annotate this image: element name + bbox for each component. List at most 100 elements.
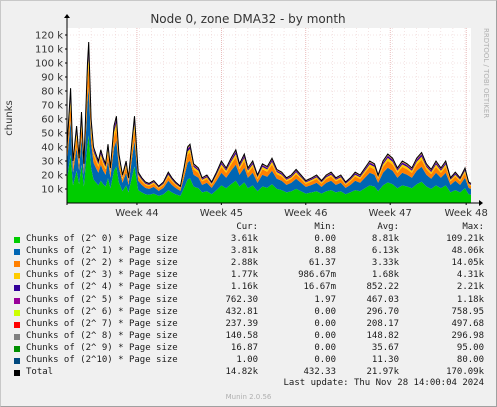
legend-cur-value: 1.77k bbox=[230, 270, 258, 281]
legend-avg-value: 467.03 bbox=[366, 294, 399, 305]
legend-avg-value: 35.67 bbox=[371, 342, 399, 353]
legend-max-value: 95.00 bbox=[456, 342, 484, 353]
legend-cur-value: 140.58 bbox=[225, 330, 258, 341]
y-tick-label: 60 k bbox=[41, 115, 63, 126]
y-tick-label: 120 k bbox=[35, 31, 63, 42]
legend-swatch bbox=[14, 333, 20, 340]
legend-max-value: 4.31k bbox=[456, 270, 484, 281]
legend-header-avg: Avg: bbox=[377, 222, 399, 232]
legend-min-value: 0.00 bbox=[314, 318, 336, 329]
legend-series-name: Chunks of (2^ 0) * Page size bbox=[26, 234, 178, 244]
legend-max-value: 296.98 bbox=[451, 330, 484, 341]
y-tick-label: 70 k bbox=[41, 101, 63, 112]
legend-min-value: 0.00 bbox=[314, 355, 336, 365]
legend-min-value: 0.00 bbox=[314, 330, 336, 341]
legend-avg-value: 852.22 bbox=[366, 282, 399, 293]
x-tick-label: Week 47 bbox=[369, 208, 412, 219]
legend-swatch bbox=[14, 345, 20, 352]
legend-avg-value: 1.68k bbox=[371, 270, 399, 281]
legend-max-value: 2.21k bbox=[456, 282, 484, 293]
legend-swatch bbox=[14, 261, 20, 268]
legend-min-value: 0.00 bbox=[314, 342, 336, 353]
x-tick-label: Week 48 bbox=[445, 208, 488, 219]
y-tick-label: 100 k bbox=[35, 59, 63, 70]
legend-min-value: 8.88 bbox=[314, 246, 336, 257]
legend-series-name: Chunks of (2^ 1) * Page size bbox=[26, 246, 178, 257]
y-tick-label: 30 k bbox=[41, 157, 63, 168]
legend-avg-value: 208.17 bbox=[366, 318, 399, 329]
y-tick-label: 110 k bbox=[35, 45, 63, 56]
legend-swatch bbox=[14, 249, 20, 256]
legend-min-value: 432.33 bbox=[303, 367, 336, 378]
legend-swatch bbox=[14, 285, 20, 292]
legend-series-name: Chunks of (2^10) * Page size bbox=[26, 355, 178, 365]
y-tick-label: 10 k bbox=[41, 185, 63, 196]
legend-swatch bbox=[14, 273, 20, 280]
legend-swatch bbox=[14, 321, 20, 328]
legend-avg-value: 3.33k bbox=[371, 258, 399, 269]
rrdtool-credit: RRDTOOL / TOBI OETIKER bbox=[482, 28, 490, 118]
legend-swatch bbox=[14, 370, 20, 377]
legend-series-name: Chunks of (2^ 6) * Page size bbox=[26, 306, 178, 317]
y-tick-label: 90 k bbox=[41, 73, 63, 84]
legend-series-name: Total bbox=[26, 367, 54, 378]
legend-header-cur: Cur: bbox=[236, 222, 258, 232]
legend-min-value: 0.00 bbox=[314, 306, 336, 317]
legend-cur-value: 432.81 bbox=[225, 306, 258, 317]
x-tick-label: Week 46 bbox=[284, 208, 327, 219]
area-chart: Node 0, zone DMA32 - by month chunks RRD… bbox=[4, 12, 490, 219]
legend-swatch bbox=[14, 309, 20, 316]
last-update: Last update: Thu Nov 28 14:00:04 2024 bbox=[283, 378, 484, 388]
legend-max-value: 48.06k bbox=[451, 246, 484, 257]
x-tick-label: Week 45 bbox=[200, 208, 243, 219]
legend-swatch bbox=[14, 237, 20, 243]
legend-min-value: 16.67m bbox=[303, 282, 336, 293]
x-axis-arrow bbox=[479, 200, 483, 206]
legend-avg-value: 8.81k bbox=[371, 234, 399, 244]
x-tick-label: Week 44 bbox=[115, 208, 158, 219]
legend-min-value: 1.97 bbox=[314, 294, 336, 305]
legend-max-value: 14.05k bbox=[451, 258, 484, 269]
legend-cur-value: 2.88k bbox=[230, 258, 258, 269]
legend-min-value: 0.00 bbox=[314, 234, 336, 244]
legend-swatch bbox=[14, 297, 20, 304]
legend-swatch bbox=[14, 358, 20, 364]
legend-series-name: Chunks of (2^ 7) * Page size bbox=[26, 318, 178, 329]
munin-version: Munin 2.0.56 bbox=[225, 393, 272, 401]
legend-avg-value: 11.30 bbox=[371, 355, 399, 365]
legend-avg-value: 21.97k bbox=[366, 367, 399, 378]
legend-series-name: Chunks of (2^ 9) * Page size bbox=[26, 342, 178, 353]
legend-avg-value: 296.70 bbox=[366, 306, 399, 317]
legend-max-value: 80.00 bbox=[456, 355, 484, 365]
y-tick-label: 40 k bbox=[41, 143, 63, 154]
legend-cur-value: 14.82k bbox=[225, 367, 258, 378]
legend-max-value: 1.18k bbox=[456, 294, 484, 305]
chart-title: Node 0, zone DMA32 - by month bbox=[150, 12, 345, 26]
legend-cur-value: 16.87 bbox=[230, 342, 258, 353]
legend-series-name: Chunks of (2^ 2) * Page size bbox=[26, 258, 178, 269]
legend-avg-value: 6.13k bbox=[371, 246, 399, 257]
legend-max-value: 758.95 bbox=[451, 306, 484, 317]
legend-cur-value: 1.16k bbox=[230, 282, 258, 293]
y-axis-arrow bbox=[64, 14, 70, 18]
legend-max-value: 170.09k bbox=[446, 367, 484, 378]
legend-header-max: Max: bbox=[462, 222, 484, 232]
legend-cur-value: 1.00 bbox=[236, 355, 258, 365]
legend-min-value: 986.67m bbox=[298, 270, 336, 281]
legend-max-value: 497.68 bbox=[451, 318, 484, 329]
legend-series-name: Chunks of (2^ 4) * Page size bbox=[26, 282, 178, 293]
legend-avg-value: 148.82 bbox=[366, 330, 399, 341]
y-axis-label: chunks bbox=[4, 100, 15, 136]
y-tick-label: 20 k bbox=[41, 171, 63, 182]
legend-cur-value: 762.30 bbox=[225, 294, 258, 305]
legend-series-name: Chunks of (2^ 5) * Page size bbox=[26, 294, 178, 305]
legend-min-value: 61.37 bbox=[308, 258, 336, 269]
legend-max-value: 109.21k bbox=[446, 234, 484, 244]
legend-cur-value: 3.81k bbox=[230, 246, 258, 257]
legend-header-min: Min: bbox=[314, 222, 336, 232]
legend-cur-value: 3.61k bbox=[230, 234, 258, 244]
legend-series-name: Chunks of (2^ 3) * Page size bbox=[26, 270, 178, 281]
legend-cur-value: 237.39 bbox=[225, 318, 258, 329]
y-tick-label: 50 k bbox=[41, 129, 63, 140]
y-tick-label: 80 k bbox=[41, 87, 63, 98]
